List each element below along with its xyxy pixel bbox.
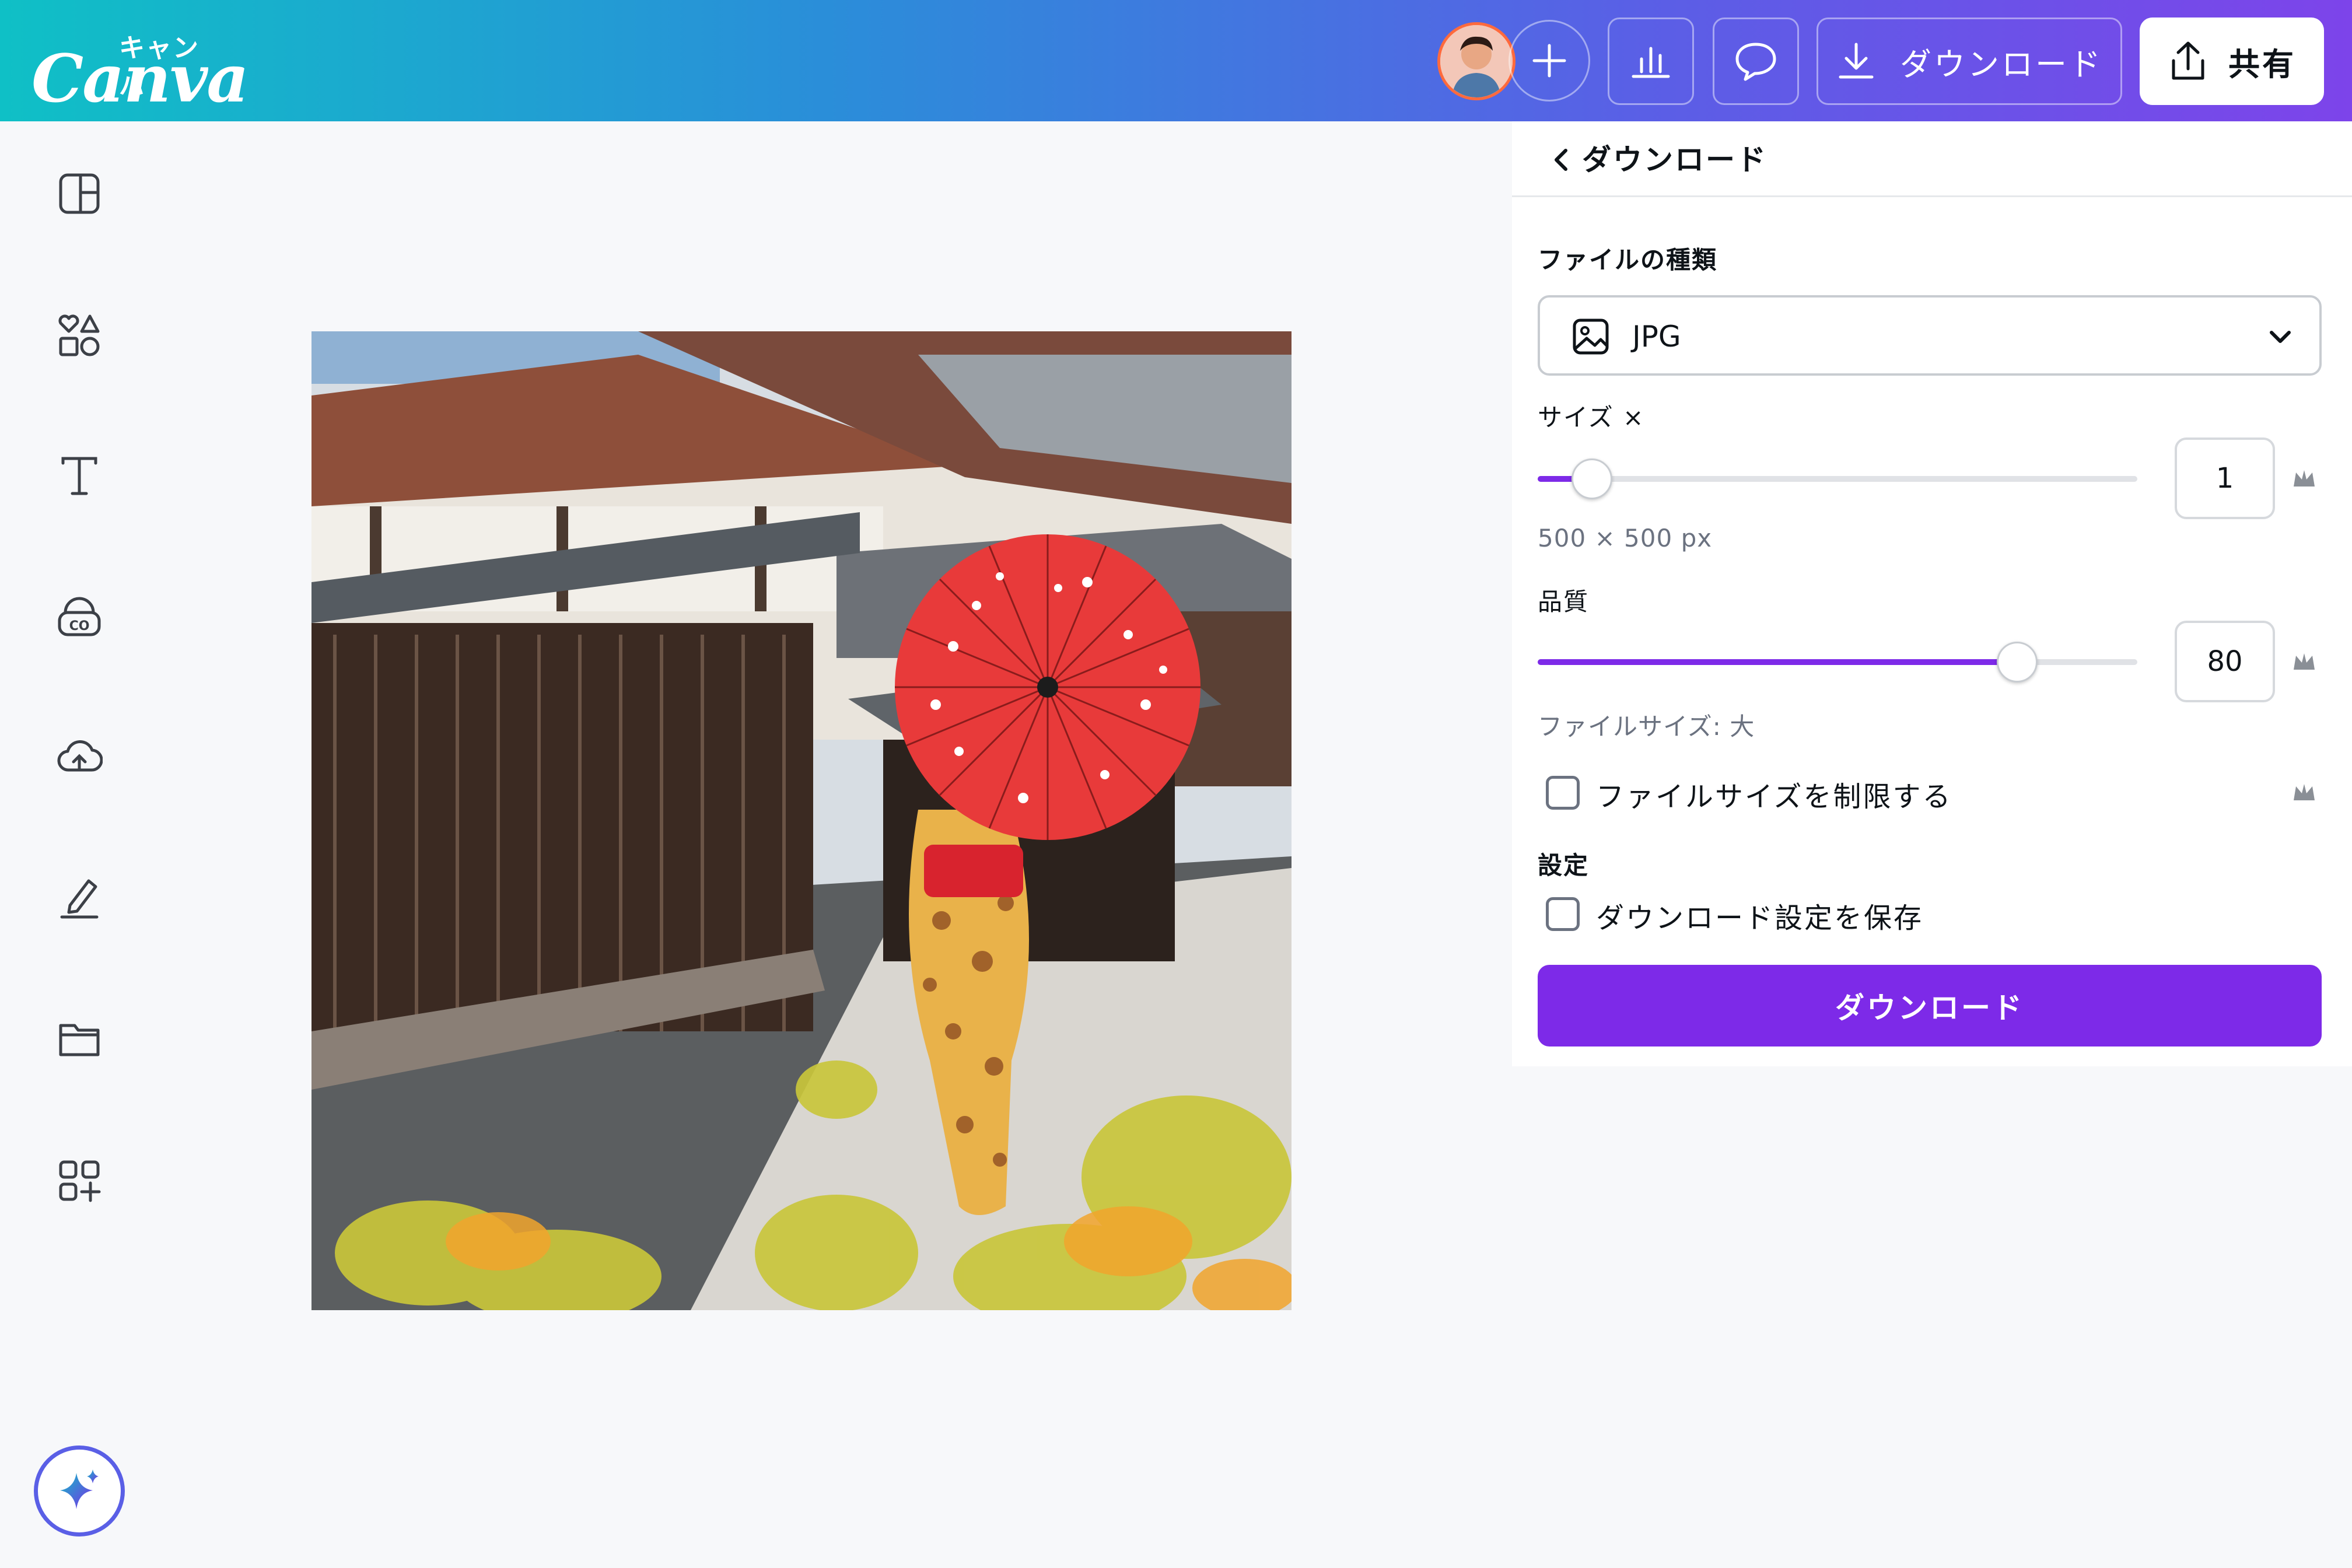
crown-icon: [2294, 653, 2315, 670]
sparkle-icon: [60, 1469, 99, 1509]
panel-title: ダウンロード: [1582, 143, 1768, 177]
left-sidebar: CO: [0, 121, 159, 1568]
kimono-umbrella-photo: [312, 331, 1292, 1310]
chart-icon: [1632, 47, 1670, 78]
size-input[interactable]: 1: [2175, 438, 2275, 519]
quality-slider[interactable]: [1538, 642, 2137, 682]
save-settings-checkbox[interactable]: [1546, 897, 1580, 931]
top-bar: キャンバ Canva ダウンロード 共有: [0, 0, 2352, 121]
text-icon[interactable]: [50, 447, 108, 505]
uploads-icon[interactable]: [50, 728, 108, 786]
file-type-value: JPG: [1632, 320, 1681, 354]
canva-logo[interactable]: キャンバ Canva: [32, 23, 249, 117]
quality-input[interactable]: 80: [2175, 621, 2275, 702]
chevron-left-icon[interactable]: [1544, 142, 1578, 177]
crown-icon: [2294, 470, 2315, 487]
insights-button[interactable]: [1608, 18, 1694, 105]
share-label: 共有: [2228, 46, 2296, 83]
size-dimensions: 500 × 500 px: [1538, 524, 1713, 552]
file-type-select[interactable]: JPG: [1538, 295, 2322, 376]
logo-wordmark: Canva: [32, 41, 249, 117]
quality-label: 品質: [1538, 587, 1590, 616]
comments-button[interactable]: [1713, 18, 1799, 105]
apps-icon[interactable]: [50, 1152, 108, 1210]
settings-label: 設定: [1538, 851, 1590, 880]
limit-size-checkbox[interactable]: [1546, 776, 1580, 810]
image-icon: [1573, 318, 1609, 355]
file-type-label: ファイルの種類: [1538, 246, 1718, 274]
share-button[interactable]: 共有: [2140, 18, 2324, 105]
svg-text:CO: CO: [69, 619, 90, 634]
draw-icon[interactable]: [50, 869, 108, 928]
add-collaborator-button[interactable]: [1508, 20, 1590, 102]
download-toolbar-label: ダウンロード: [1900, 46, 2103, 83]
limit-size-label[interactable]: ファイルサイズを制限する: [1596, 774, 1952, 814]
plus-icon: [1532, 44, 1566, 78]
layout-icon[interactable]: [50, 164, 108, 223]
download-panel: ダウンロード ファイルの種類 JPG サイズ × 1 500 × 500 px …: [1512, 121, 2352, 1066]
brand-icon[interactable]: CO: [50, 588, 108, 646]
quality-slider-thumb[interactable]: [1997, 642, 2038, 682]
download-icon: [1839, 43, 1874, 79]
panel-header: ダウンロード: [1512, 121, 2352, 197]
design-canvas-photo[interactable]: [312, 331, 1292, 1310]
file-size-hint: ファイルサイズ: 大: [1538, 712, 1755, 741]
quality-slider-fill: [1538, 659, 2017, 665]
download-toolbar-button[interactable]: ダウンロード: [1817, 18, 2122, 105]
elements-icon[interactable]: [50, 306, 108, 364]
save-settings-label[interactable]: ダウンロード設定を保存: [1596, 895, 1923, 936]
size-label: サイズ ×: [1538, 403, 1645, 432]
comment-icon: [1735, 43, 1776, 81]
download-button[interactable]: ダウンロード: [1538, 965, 2322, 1046]
size-slider-thumb[interactable]: [1572, 459, 1612, 499]
share-icon: [2172, 41, 2204, 80]
magic-assistant-button[interactable]: [34, 1446, 125, 1536]
size-slider[interactable]: [1538, 459, 2137, 499]
chevron-down-icon: [2270, 331, 2291, 343]
projects-icon[interactable]: [50, 1010, 108, 1069]
crown-icon: [2294, 784, 2315, 800]
avatar[interactable]: [1437, 22, 1516, 100]
